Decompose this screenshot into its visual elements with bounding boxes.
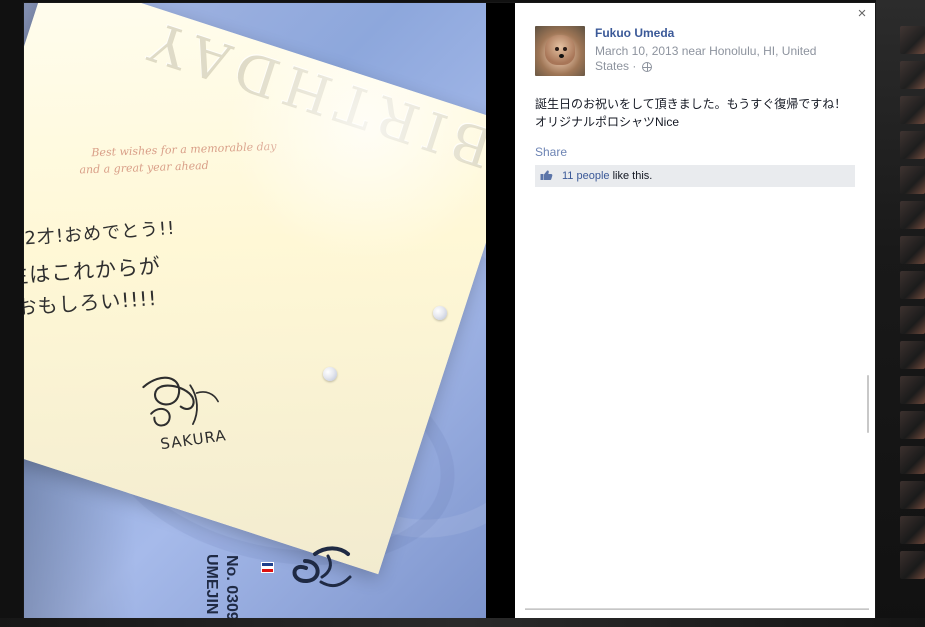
post-text: 誕生日のお祝いをして頂きました。もうすぐ復帰ですね！オリジナルポロシャツNice	[535, 97, 847, 129]
photo-modal: BIRTHDAY Best wishes for a memorable day…	[24, 3, 875, 618]
background-thumbnail-column	[900, 26, 925, 616]
embroidery-name: UMEJIN	[203, 554, 220, 615]
post-location-country[interactable]: States ·	[595, 59, 636, 73]
post-side-panel: × Fukuo Umeda March 10, 2013 near Honolu…	[515, 3, 875, 618]
background-thumbnail	[900, 271, 925, 299]
background-thumbnail	[900, 411, 925, 439]
avatar-eye	[563, 47, 567, 51]
avatar-nose	[559, 54, 564, 58]
background-thumbnail	[900, 551, 925, 579]
embroidered-logo	[292, 546, 352, 588]
background-thumbnail	[900, 61, 925, 89]
shirt-button	[323, 367, 337, 381]
background-thumbnail	[900, 131, 925, 159]
background-thumbnail	[900, 26, 925, 54]
embroidery-number: No. 0309	[223, 555, 240, 618]
share-link[interactable]: Share	[535, 145, 567, 159]
likes-count-link[interactable]: 11 people	[562, 170, 610, 182]
background-thumbnail	[900, 201, 925, 229]
background-thumbnail	[900, 306, 925, 334]
background-thumbnail	[900, 516, 925, 544]
card-printed-line: and a great year ahead	[79, 158, 209, 177]
signature: SAKURA	[119, 361, 229, 465]
background-thumbnail	[900, 481, 925, 509]
scrollbar-thumb[interactable]	[867, 375, 869, 433]
avatar-eye	[555, 47, 559, 51]
background-thumbnail	[900, 376, 925, 404]
post-meta: March 10, 2013 near Honolulu, HI, United…	[595, 44, 830, 74]
shirt-embroidery: UMEJIN No. 0309	[203, 538, 362, 618]
comment-divider	[525, 608, 869, 610]
card-handwritten-line: 52才!おめでとう!!	[24, 217, 177, 251]
bottom-background-band	[0, 618, 925, 627]
photo-viewer-screen: BIRTHDAY Best wishes for a memorable day…	[0, 0, 925, 627]
background-thumbnail	[900, 236, 925, 264]
thumbs-up-icon	[540, 170, 553, 180]
close-icon[interactable]: ×	[856, 6, 868, 21]
flag-badge	[261, 562, 274, 573]
background-thumbnail	[900, 446, 925, 474]
likes-suffix: like this.	[612, 170, 653, 182]
avatar-dog-face	[545, 35, 575, 65]
shirt-button	[433, 306, 447, 320]
background-thumbnail	[900, 166, 925, 194]
background-thumbnail	[900, 96, 925, 124]
post-location-continued: States ·	[595, 59, 830, 74]
likes-summary: 11 people like this.	[535, 165, 855, 187]
birthday-shirt-photo: BIRTHDAY Best wishes for a memorable day…	[24, 3, 486, 618]
background-thumbnail	[900, 341, 925, 369]
post-date-location[interactable]: March 10, 2013 near Honolulu, HI, United	[595, 44, 830, 59]
post-header: Fukuo Umeda March 10, 2013 near Honolulu…	[535, 26, 835, 78]
photo-area: BIRTHDAY Best wishes for a memorable day…	[24, 3, 515, 618]
avatar[interactable]	[535, 26, 585, 76]
author-name-link[interactable]: Fukuo Umeda	[595, 26, 674, 40]
globe-icon[interactable]	[641, 62, 652, 72]
